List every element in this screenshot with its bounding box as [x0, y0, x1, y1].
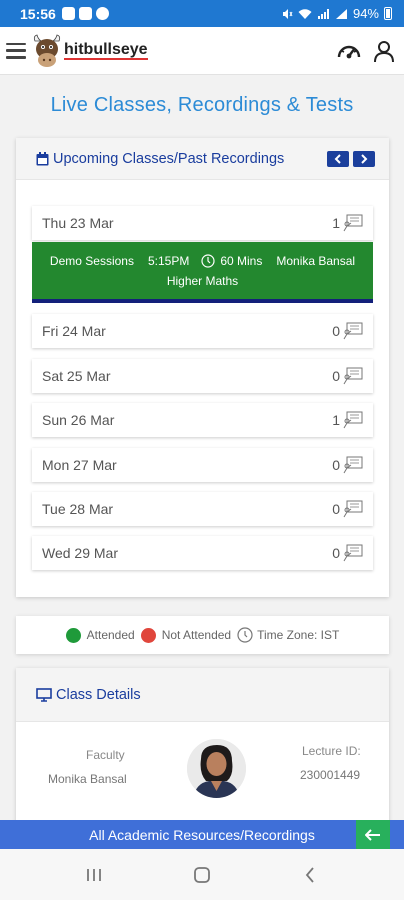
- day-row-thu-23-mar[interactable]: Thu 23 Mar 1: [32, 206, 373, 240]
- speedometer-icon[interactable]: [336, 40, 362, 62]
- home-icon: [194, 866, 210, 883]
- session-faculty: Monika Bansal: [276, 254, 356, 268]
- legend-timezone: Time Zone: IST: [257, 628, 340, 642]
- signal-icon: [317, 8, 329, 19]
- class-details-card: Class Details Faculty Monika Bansal Lect…: [16, 668, 389, 828]
- lecture-board-icon: [343, 411, 363, 429]
- class-session-demo[interactable]: Demo Sessions 5:15PM 60 Mins Monika Bans…: [32, 242, 373, 303]
- recent-apps-icon: [87, 868, 101, 881]
- upcoming-classes-card: Upcoming Classes/Past Recordings Thu 23 …: [16, 138, 389, 597]
- day-label: Tue 28 Mar: [42, 501, 114, 517]
- page-title: Live Classes, Recordings & Tests: [50, 94, 354, 116]
- status-time: 15:56: [20, 5, 56, 22]
- brand-logo[interactable]: hitbullseye: [32, 33, 148, 69]
- not-attended-dot-icon: [140, 627, 156, 643]
- session-subject: Higher Maths: [166, 274, 239, 288]
- class-count: 0: [332, 545, 340, 561]
- back-icon: [305, 866, 314, 883]
- day-label: Fri 24 Mar: [42, 323, 106, 339]
- monitor-icon: [36, 687, 52, 702]
- attended-dot-icon: [65, 627, 81, 643]
- day-row-fri-24-mar[interactable]: Fri 24 Mar 0: [32, 314, 373, 348]
- class-count: 1: [332, 412, 340, 428]
- notification-icon: [61, 7, 75, 20]
- lecture-id-label: Lecture ID:: [302, 744, 361, 758]
- day-label: Sun 26 Mar: [42, 412, 115, 428]
- class-count: 0: [332, 323, 340, 339]
- day-label: Thu 23 Mar: [42, 215, 114, 231]
- bull-logo-icon: [33, 34, 61, 67]
- lecture-board-icon: [343, 544, 363, 562]
- day-row-mon-27-mar[interactable]: Mon 27 Mar 0: [32, 448, 373, 482]
- day-label: Wed 29 Mar: [42, 545, 118, 561]
- day-row-sat-25-mar[interactable]: Sat 25 Mar 0: [32, 359, 373, 393]
- status-notification-icons: [61, 7, 109, 20]
- day-row-sun-26-mar[interactable]: Sun 26 Mar 1: [32, 403, 373, 437]
- battery-icon: [384, 7, 392, 20]
- lecture-board-icon: [343, 214, 363, 232]
- chevron-right-icon: [361, 153, 368, 164]
- battery-percent: 94%: [352, 6, 379, 21]
- class-details-header: Class Details: [16, 668, 389, 722]
- day-row-tue-28-mar[interactable]: Tue 28 Mar 0: [32, 492, 373, 526]
- class-count: 0: [332, 501, 340, 517]
- upcoming-card-header: Upcoming Classes/Past Recordings: [16, 138, 389, 180]
- recent-apps-button[interactable]: [74, 860, 114, 890]
- wifi-icon: [298, 8, 312, 19]
- day-label: Mon 27 Mar: [42, 457, 117, 473]
- system-nav-bar: [0, 849, 404, 900]
- user-profile-icon[interactable]: [372, 39, 396, 63]
- arrow-left-icon: [365, 828, 380, 841]
- status-bar: 15:56 94%: [0, 0, 404, 27]
- lecture-board-icon: [343, 367, 363, 385]
- home-button[interactable]: [182, 860, 222, 890]
- class-details-title: Class Details: [56, 686, 141, 703]
- signal-2-icon: [335, 8, 347, 19]
- whatsapp-icon: [95, 7, 109, 20]
- day-label: Sat 25 Mar: [42, 368, 111, 384]
- session-duration: 60 Mins: [220, 254, 263, 268]
- faculty-label: Faculty: [86, 748, 125, 762]
- clock-icon: [237, 627, 253, 643]
- session-name: Demo Sessions: [49, 254, 134, 268]
- lecture-board-icon: [343, 456, 363, 474]
- gallery-icon: [78, 7, 92, 20]
- faculty-photo: [187, 739, 246, 798]
- calendar-icon: [36, 151, 49, 165]
- class-count: 0: [332, 457, 340, 473]
- legend-not-attended: Not Attended: [161, 628, 232, 642]
- academic-resources-label: All Academic Resources/Recordings: [89, 826, 315, 843]
- class-count: 0: [332, 368, 340, 384]
- lecture-board-icon: [343, 500, 363, 518]
- faculty-name: Monika Bansal: [48, 772, 127, 786]
- clock-icon: [201, 254, 215, 268]
- lecture-board-icon: [343, 322, 363, 340]
- academic-resources-button[interactable]: All Academic Resources/Recordings: [0, 820, 404, 849]
- prev-week-button[interactable]: [327, 150, 349, 167]
- next-week-button[interactable]: [353, 150, 375, 167]
- attendance-legend: Attended Not Attended Time Zone: IST: [16, 616, 389, 654]
- brand-name: hitbullseye: [64, 41, 148, 60]
- menu-icon[interactable]: [6, 42, 26, 59]
- chevron-left-icon: [334, 153, 341, 164]
- session-time: 5:15PM: [147, 254, 190, 268]
- system-back-button[interactable]: [290, 860, 330, 890]
- upcoming-card-title: Upcoming Classes/Past Recordings: [53, 150, 285, 167]
- mute-icon: [282, 8, 293, 19]
- faculty-avatar: [187, 739, 246, 798]
- status-system-icons: 94%: [281, 6, 392, 21]
- class-count: 1: [332, 215, 340, 231]
- lecture-id: 230001449: [300, 768, 361, 782]
- app-bar: hitbullseye: [0, 27, 404, 75]
- legend-attended: Attended: [86, 628, 135, 642]
- back-arrow-button[interactable]: [356, 820, 390, 849]
- day-row-wed-29-mar[interactable]: Wed 29 Mar 0: [32, 536, 373, 570]
